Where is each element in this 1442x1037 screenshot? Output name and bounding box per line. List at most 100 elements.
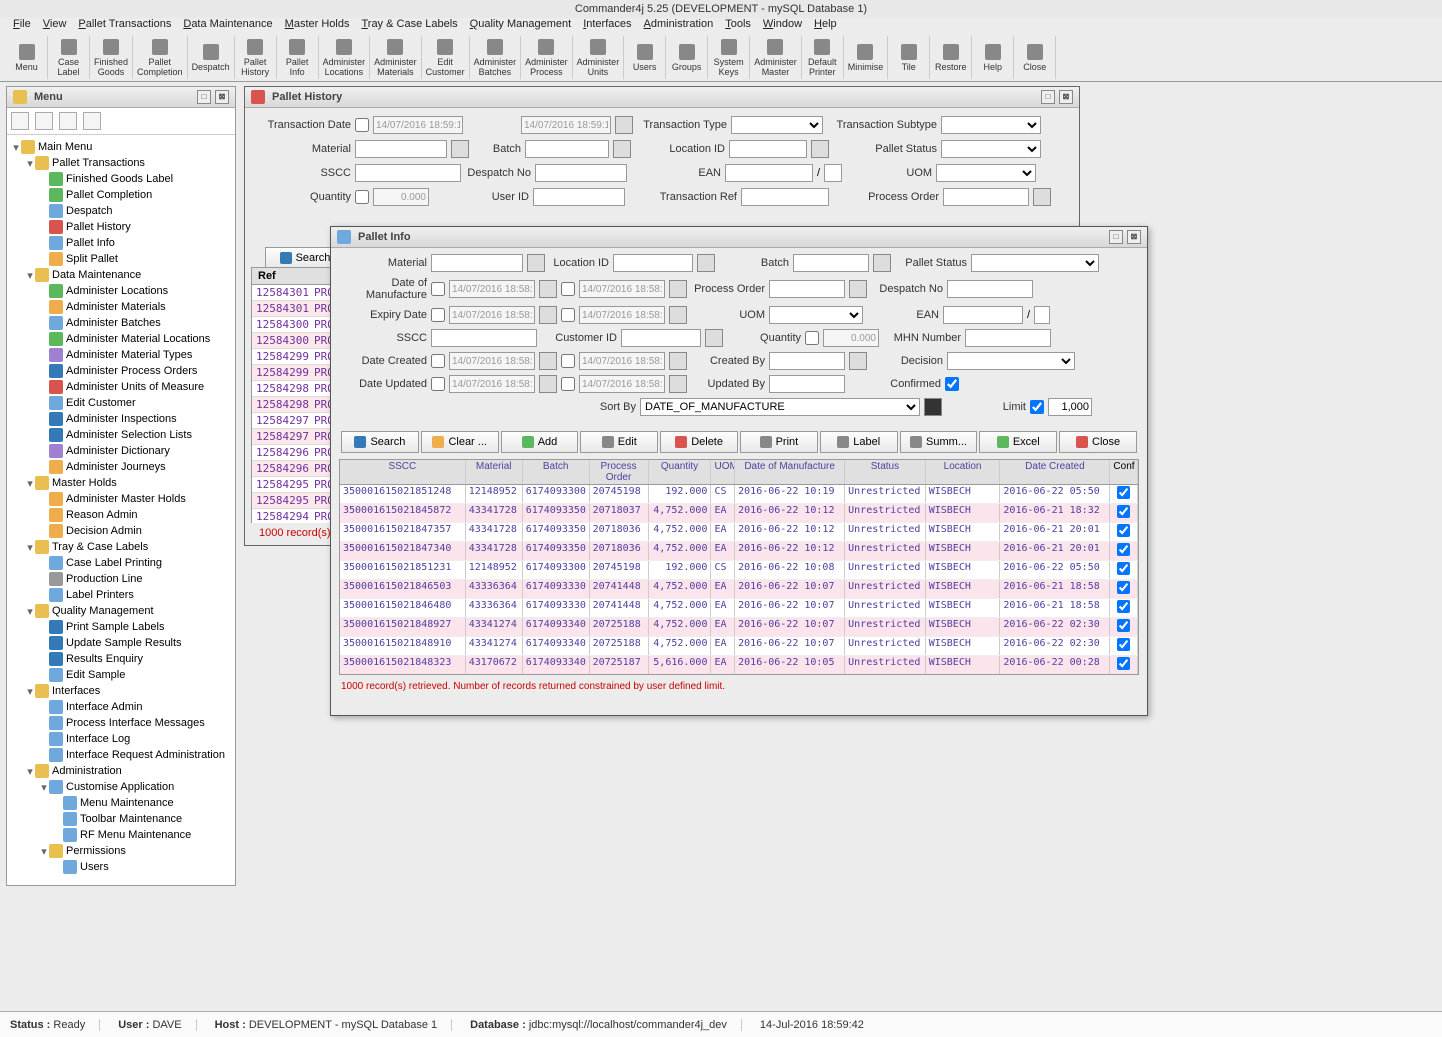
toolbar-pallet-info[interactable]: PalletInfo: [277, 36, 319, 79]
calendar-icon[interactable]: [669, 352, 687, 370]
lookup-icon[interactable]: [527, 254, 545, 272]
toolbar-administer-batches[interactable]: AdministerBatches: [470, 36, 522, 79]
tree-find-icon[interactable]: [83, 112, 101, 130]
ph-despatch[interactable]: [535, 164, 627, 182]
tree-expand-icon[interactable]: [11, 112, 29, 130]
pi-dom-to[interactable]: [579, 280, 665, 298]
pi-qty[interactable]: [823, 329, 879, 347]
pi-location[interactable]: [613, 254, 693, 272]
calendar-icon[interactable]: [669, 375, 687, 393]
pi-row[interactable]: 3500016150218489274334127461740933402072…: [340, 618, 1138, 637]
ph-uom[interactable]: [936, 164, 1036, 182]
lookup-icon[interactable]: [613, 140, 631, 158]
menu-window[interactable]: Window: [758, 18, 807, 34]
tree-data-maintenance[interactable]: ▾Data Maintenance: [9, 267, 233, 283]
tree-customise-application[interactable]: ▾Customise Application: [9, 779, 233, 795]
toolbar-pallet-history[interactable]: PalletHistory: [235, 36, 277, 79]
pi-col-header[interactable]: Status: [845, 460, 926, 484]
pi-uby[interactable]: [769, 375, 845, 393]
pi-dc-from[interactable]: [449, 352, 535, 370]
tree-administer-selection-lists[interactable]: Administer Selection Lists: [9, 427, 233, 443]
pi-ean[interactable]: [943, 306, 1023, 324]
calendar-icon[interactable]: [669, 306, 687, 324]
tree-administer-materials[interactable]: Administer Materials: [9, 299, 233, 315]
pi-edit-button[interactable]: Edit: [580, 431, 658, 453]
lookup-icon[interactable]: [849, 352, 867, 370]
toolbar-case-label[interactable]: CaseLabel: [48, 36, 90, 79]
pi-uom[interactable]: [769, 306, 863, 324]
tree-administer-dictionary[interactable]: Administer Dictionary: [9, 443, 233, 459]
ph-trans-date-from-check[interactable]: [355, 118, 369, 132]
pi-row[interactable]: 3500016150218512311214895261740933002074…: [340, 561, 1138, 580]
pi-exp-check2[interactable]: [561, 308, 575, 322]
tree-menu-maintenance[interactable]: Menu Maintenance: [9, 795, 233, 811]
pi-dc-check2[interactable]: [561, 354, 575, 368]
pi-cust[interactable]: [621, 329, 701, 347]
pi-conf-check[interactable]: [1117, 524, 1130, 537]
tree-rf-menu-maintenance[interactable]: RF Menu Maintenance: [9, 827, 233, 843]
toolbar-edit-customer[interactable]: EditCustomer: [422, 36, 470, 79]
tree-administer-material-types[interactable]: Administer Material Types: [9, 347, 233, 363]
menu-data-maintenance[interactable]: Data Maintenance: [178, 18, 277, 34]
tree-edit-sample[interactable]: Edit Sample: [9, 667, 233, 683]
panel-detach-icon[interactable]: □: [197, 90, 211, 104]
pi-col-header[interactable]: Conf: [1110, 460, 1138, 484]
ph-batch[interactable]: [525, 140, 609, 158]
pi-conf-check[interactable]: [1117, 505, 1130, 518]
pi-conf-check[interactable]: [1117, 619, 1130, 632]
toolbar-groups[interactable]: Groups: [666, 36, 708, 79]
pi-col-header[interactable]: SSCC: [340, 460, 466, 484]
tree-toolbar-maintenance[interactable]: Toolbar Maintenance: [9, 811, 233, 827]
pi-du-from[interactable]: [449, 375, 535, 393]
pi-qty-check[interactable]: [805, 331, 819, 345]
pi-close-icon[interactable]: ⊠: [1127, 230, 1141, 244]
pi-despatch[interactable]: [947, 280, 1033, 298]
pi-dom-from[interactable]: [449, 280, 535, 298]
tree-interfaces[interactable]: ▾Interfaces: [9, 683, 233, 699]
pi-sscc[interactable]: [431, 329, 537, 347]
menu-tools[interactable]: Tools: [720, 18, 756, 34]
tree-administer-locations[interactable]: Administer Locations: [9, 283, 233, 299]
pi-row[interactable]: 3500016150218483234317067261740933402072…: [340, 656, 1138, 675]
pi-label-button[interactable]: Label: [820, 431, 898, 453]
pi-dom-check[interactable]: [431, 282, 445, 296]
ph-pstatus[interactable]: [941, 140, 1041, 158]
menu-view[interactable]: View: [38, 18, 72, 34]
pi-col-header[interactable]: Process Order: [590, 460, 649, 484]
lookup-icon[interactable]: [873, 254, 891, 272]
navigation-tree[interactable]: ▾Main Menu▾Pallet TransactionsFinished G…: [7, 135, 235, 875]
pi-col-header[interactable]: Quantity: [649, 460, 712, 484]
pi-row[interactable]: 3500016150218465034333636461740933302074…: [340, 580, 1138, 599]
pi-sortby[interactable]: DATE_OF_MANUFACTURE: [640, 398, 920, 416]
toolbar-finished-goods[interactable]: FinishedGoods: [90, 36, 133, 79]
ph-trans-date-to[interactable]: [521, 116, 611, 134]
toolbar-administer-process[interactable]: AdministerProcess: [521, 36, 573, 79]
pi-material[interactable]: [431, 254, 523, 272]
ph-ean2[interactable]: [824, 164, 842, 182]
pi-print-button[interactable]: Print: [740, 431, 818, 453]
tree-administer-master-holds[interactable]: Administer Master Holds: [9, 491, 233, 507]
pallet-history-titlebar[interactable]: Pallet History □ ⊠: [245, 87, 1079, 108]
pi-exp-from[interactable]: [449, 306, 535, 324]
pi-summ--button[interactable]: Summ...: [900, 431, 978, 453]
tree-administer-inspections[interactable]: Administer Inspections: [9, 411, 233, 427]
ph-trans-type[interactable]: [731, 116, 823, 134]
tree-users[interactable]: Users: [9, 859, 233, 875]
menu-help[interactable]: Help: [809, 18, 842, 34]
tree-administer-batches[interactable]: Administer Batches: [9, 315, 233, 331]
pi-dc-to[interactable]: [579, 352, 665, 370]
calendar-icon[interactable]: [615, 116, 633, 134]
pi-col-header[interactable]: Material: [466, 460, 523, 484]
pi-mhn[interactable]: [965, 329, 1051, 347]
ph-qty[interactable]: [373, 188, 429, 206]
pi-cby[interactable]: [769, 352, 845, 370]
pi-conf[interactable]: [945, 377, 959, 391]
pi-conf-check[interactable]: [1117, 543, 1130, 556]
ph-maximize-icon[interactable]: ⊠: [1059, 90, 1073, 104]
tree-interface-request-administration[interactable]: Interface Request Administration: [9, 747, 233, 763]
pi-search-button[interactable]: Search: [341, 431, 419, 453]
toolbar-close[interactable]: Close: [1014, 36, 1056, 79]
calendar-icon[interactable]: [539, 306, 557, 324]
pi-du-to[interactable]: [579, 375, 665, 393]
tree-pallet-info[interactable]: Pallet Info: [9, 235, 233, 251]
